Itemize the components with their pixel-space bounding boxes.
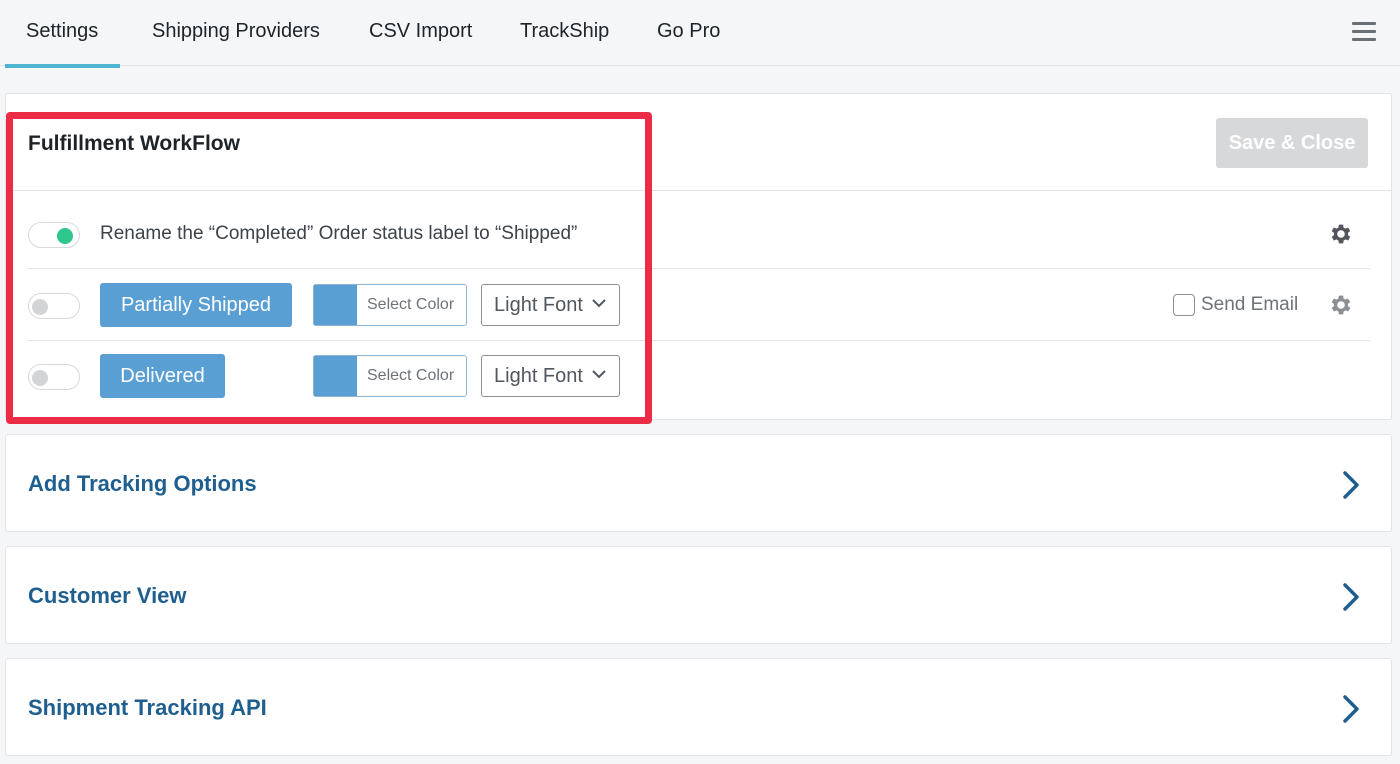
- delivered-toggle[interactable]: [28, 364, 80, 390]
- section-title: Shipment Tracking API: [28, 695, 267, 720]
- delivered-color-picker[interactable]: Select Color: [313, 355, 467, 397]
- hamburger-menu-icon[interactable]: [1352, 22, 1376, 42]
- delivered-font-select[interactable]: Light Font: [481, 355, 620, 397]
- section-customer-view[interactable]: Customer View: [5, 546, 1392, 644]
- section-title: Add Tracking Options: [28, 471, 257, 496]
- chevron-right-icon: [1343, 583, 1359, 611]
- color-picker-label: Select Color: [367, 367, 455, 384]
- color-picker-label: Select Color: [367, 296, 455, 313]
- section-shipment-tracking-api[interactable]: Shipment Tracking API: [5, 658, 1392, 756]
- partially-shipped-toggle[interactable]: [28, 293, 80, 319]
- font-select-value: Light Font: [494, 294, 583, 316]
- tab-shipping-providers[interactable]: Shipping Providers: [152, 20, 320, 66]
- chevron-right-icon: [1343, 471, 1359, 499]
- send-email-checkbox[interactable]: [1173, 294, 1195, 316]
- rename-completed-label: Rename the “Completed” Order status labe…: [100, 223, 578, 244]
- section-title: Customer View: [28, 583, 187, 608]
- top-tab-bar: Settings Shipping Providers CSV Import T…: [0, 0, 1400, 68]
- tab-go-pro[interactable]: Go Pro: [657, 20, 720, 66]
- tab-trackship[interactable]: TrackShip: [520, 20, 609, 66]
- partially-shipped-font-select[interactable]: Light Font: [481, 284, 620, 326]
- tab-settings[interactable]: Settings: [4, 20, 121, 68]
- partially-shipped-color-picker[interactable]: Select Color: [313, 284, 467, 326]
- chevron-down-icon: [592, 370, 606, 379]
- fulfillment-workflow-card: Fulfillment WorkFlow Save & Close Rename…: [5, 93, 1392, 420]
- chevron-right-icon: [1343, 695, 1359, 723]
- save-close-button[interactable]: Save & Close: [1216, 118, 1368, 168]
- section-title: Fulfillment WorkFlow: [28, 132, 240, 155]
- gear-icon[interactable]: [1328, 221, 1354, 247]
- chevron-down-icon: [592, 299, 606, 308]
- divider: [28, 340, 1370, 341]
- font-select-value: Light Font: [494, 365, 583, 387]
- tab-csv-import[interactable]: CSV Import: [369, 20, 472, 66]
- partially-shipped-status-label[interactable]: Partially Shipped: [100, 283, 292, 327]
- divider: [6, 190, 1391, 191]
- delivered-status-label[interactable]: Delivered: [100, 354, 225, 398]
- send-email-label: Send Email: [1201, 294, 1299, 315]
- rename-completed-toggle[interactable]: [28, 222, 80, 248]
- color-swatch: [314, 285, 357, 325]
- divider: [28, 268, 1370, 269]
- gear-icon[interactable]: [1328, 292, 1354, 318]
- section-add-tracking-options[interactable]: Add Tracking Options: [5, 434, 1392, 532]
- color-swatch: [314, 356, 357, 396]
